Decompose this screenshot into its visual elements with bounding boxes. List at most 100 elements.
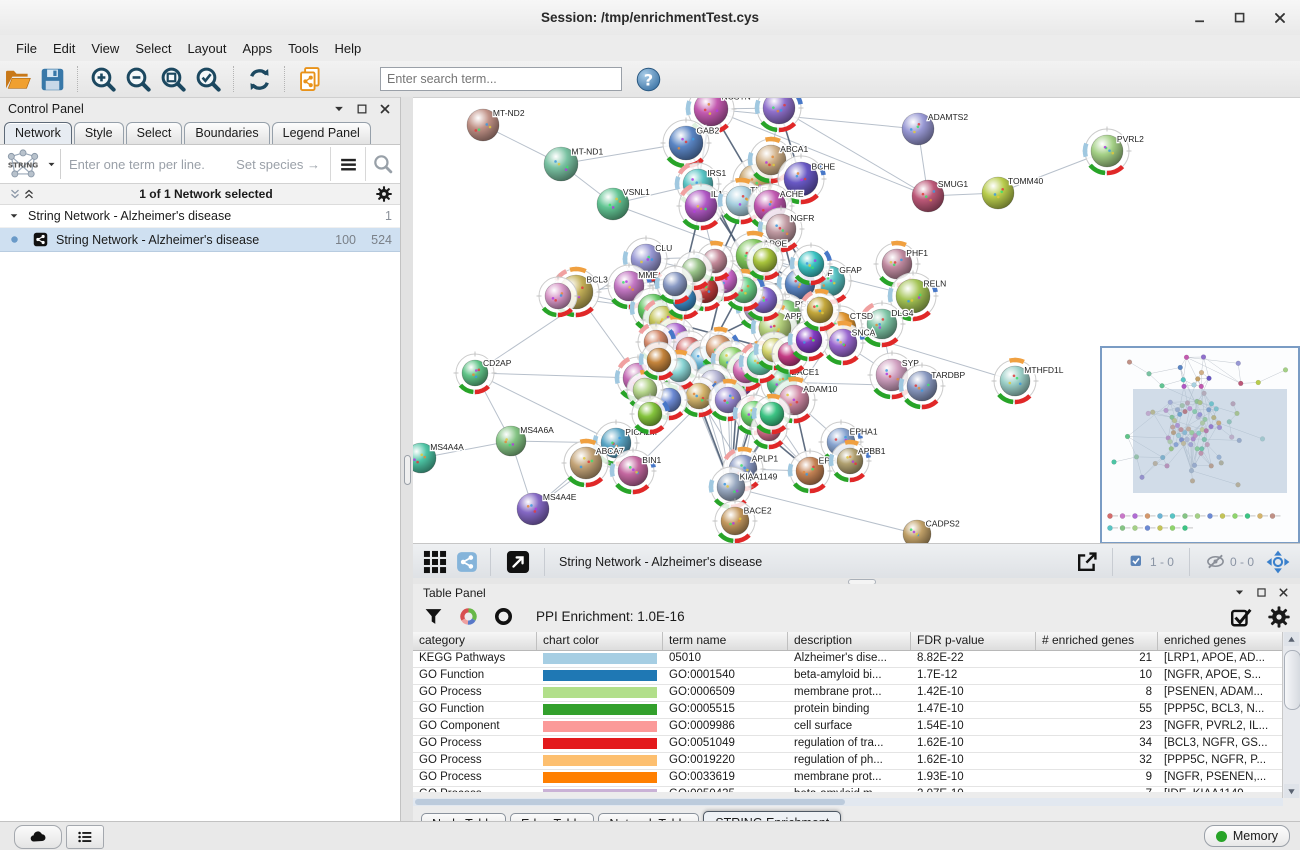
- float-panel-icon[interactable]: [1255, 586, 1268, 599]
- select-rows-icon[interactable]: [1230, 606, 1252, 628]
- string-search-button[interactable]: [365, 147, 400, 181]
- splitter-handle[interactable]: [404, 455, 411, 485]
- network-node[interactable]: TOMM40: [982, 176, 1043, 209]
- table-row[interactable]: GO ProcessGO:0006509membrane prot...1.42…: [413, 685, 1283, 702]
- string-logo-icon[interactable]: STRING: [2, 148, 44, 180]
- network-node[interactable]: ADAMTS2: [902, 112, 968, 145]
- filter-icon[interactable]: [423, 606, 444, 627]
- close-panel-icon[interactable]: [378, 102, 392, 116]
- table-row[interactable]: GO ProcessGO:0019220regulation of ph...1…: [413, 753, 1283, 770]
- menu-item-file[interactable]: File: [8, 38, 45, 59]
- zoom-out-icon[interactable]: [125, 66, 152, 93]
- network-node[interactable]: MS4A4A: [413, 442, 464, 473]
- tab-style[interactable]: Style: [74, 122, 124, 144]
- save-session-icon[interactable]: [39, 66, 66, 93]
- network-node[interactable]: MS4A4E: [517, 492, 577, 525]
- menu-item-select[interactable]: Select: [127, 38, 179, 59]
- tab-boundaries[interactable]: Boundaries: [184, 122, 269, 144]
- minimize-icon[interactable]: [1192, 10, 1208, 26]
- column-header[interactable]: description: [788, 632, 911, 650]
- float-panel-icon[interactable]: [355, 102, 369, 116]
- network-node[interactable]: TARDBP: [899, 363, 966, 410]
- menu-item-tools[interactable]: Tools: [280, 38, 326, 59]
- detach-view-icon[interactable]: [505, 549, 531, 575]
- collapse-all-icon[interactable]: [8, 187, 22, 201]
- birdseye-viewport[interactable]: [1133, 389, 1287, 493]
- panel-menu-icon[interactable]: [332, 102, 346, 116]
- cloud-button[interactable]: [14, 825, 62, 849]
- network-collection-row[interactable]: String Network - Alzheimer's disease 1: [0, 205, 400, 228]
- column-header[interactable]: # enriched genes: [1036, 632, 1158, 650]
- search-input[interactable]: [380, 67, 622, 91]
- string-query-input[interactable]: [61, 157, 236, 172]
- vertical-scrollbar[interactable]: [1282, 632, 1300, 798]
- scroll-down-button[interactable]: [1284, 784, 1299, 798]
- grid-view-icon[interactable]: [422, 549, 448, 575]
- column-header[interactable]: category: [413, 632, 537, 650]
- network-canvas[interactable]: MT-ND2MT-ND1VSNL1NCSTNGAB2ADAMTS2IRS1CHA…: [413, 97, 1300, 544]
- scrollbar-thumb[interactable]: [415, 799, 845, 805]
- column-header[interactable]: enriched genes: [1158, 632, 1283, 650]
- expand-all-icon[interactable]: [22, 187, 36, 201]
- network-node[interactable]: PVRL2: [1083, 127, 1145, 176]
- title-bar[interactable]: Session: /tmp/enrichmentTest.cys: [0, 0, 1300, 36]
- menu-item-edit[interactable]: Edit: [45, 38, 83, 59]
- menu-item-view[interactable]: View: [83, 38, 127, 59]
- help-icon[interactable]: ?: [636, 67, 661, 92]
- network-node[interactable]: MTHFD1L: [992, 358, 1064, 405]
- close-panel-icon[interactable]: [1277, 586, 1290, 599]
- table-row[interactable]: GO ProcessGO:0050435beta-amyloid m...2.0…: [413, 787, 1283, 792]
- network-node[interactable]: MT-ND1: [544, 147, 603, 181]
- close-icon[interactable]: [1272, 10, 1288, 26]
- network-node[interactable]: GAB2: [661, 118, 720, 169]
- network-node[interactable]: MT-ND2: [467, 108, 525, 141]
- network-node[interactable]: CD2AP: [454, 352, 512, 395]
- tree-expand-caret-icon[interactable]: [8, 210, 20, 222]
- zoom-fit-icon[interactable]: [160, 66, 187, 93]
- network-node[interactable]: SMUG1: [912, 179, 968, 212]
- string-source-caret-icon[interactable]: [46, 159, 57, 170]
- table-row[interactable]: GO FunctionGO:0005515protein binding1.47…: [413, 702, 1283, 719]
- panel-menu-icon[interactable]: [1233, 586, 1246, 599]
- node-label: MS4A4A: [430, 442, 464, 452]
- reset-charts-icon[interactable]: [493, 606, 514, 627]
- menu-item-apps[interactable]: Apps: [235, 38, 281, 59]
- settings-gear-icon[interactable]: [1268, 606, 1290, 628]
- export-network-icon[interactable]: [1075, 550, 1099, 574]
- network-from-file-icon[interactable]: [297, 66, 324, 93]
- horizontal-scrollbar[interactable]: [413, 798, 1283, 806]
- open-session-icon[interactable]: [4, 66, 31, 93]
- string-style-icon[interactable]: [456, 551, 478, 573]
- network-node[interactable]: MS4A6A: [496, 425, 554, 456]
- tab-network[interactable]: Network: [4, 122, 72, 144]
- zoom-selected-icon[interactable]: [195, 66, 222, 93]
- column-header[interactable]: chart color: [537, 632, 663, 650]
- task-history-button[interactable]: [66, 825, 104, 849]
- tab-legend-panel[interactable]: Legend Panel: [272, 122, 371, 144]
- refresh-icon[interactable]: [246, 66, 273, 93]
- network-row[interactable]: String Network - Alzheimer's disease 100…: [0, 228, 400, 252]
- network-node[interactable]: CADPS2: [903, 518, 960, 544]
- maximize-icon[interactable]: [1232, 10, 1248, 26]
- birds-eye-view[interactable]: [1100, 346, 1300, 544]
- tab-select[interactable]: Select: [126, 122, 183, 144]
- gear-icon[interactable]: [376, 186, 392, 202]
- table-row[interactable]: GO ComponentGO:0009986cell surface1.54E-…: [413, 719, 1283, 736]
- string-options-button[interactable]: [330, 147, 365, 181]
- pan-crosshair-icon[interactable]: [1266, 550, 1290, 574]
- zoom-in-icon[interactable]: [90, 66, 117, 93]
- network-node[interactable]: [755, 98, 804, 133]
- menu-item-layout[interactable]: Layout: [179, 38, 234, 59]
- table-row[interactable]: GO ProcessGO:0051049regulation of tra...…: [413, 736, 1283, 753]
- table-row[interactable]: GO ProcessGO:0033619membrane prot...1.93…: [413, 770, 1283, 787]
- memory-button[interactable]: Memory: [1204, 825, 1290, 847]
- column-header[interactable]: term name: [663, 632, 788, 650]
- scrollbar-thumb[interactable]: [1284, 650, 1300, 710]
- menu-item-help[interactable]: Help: [327, 38, 370, 59]
- network-node[interactable]: DLG4: [859, 301, 914, 348]
- draw-charts-icon[interactable]: [458, 606, 479, 627]
- table-row[interactable]: KEGG Pathways05010Alzheimer's dise...8.8…: [413, 651, 1283, 668]
- table-row[interactable]: GO FunctionGO:0001540beta-amyloid bi...1…: [413, 668, 1283, 685]
- scroll-up-button[interactable]: [1284, 632, 1299, 646]
- column-header[interactable]: FDR p-value: [911, 632, 1036, 650]
